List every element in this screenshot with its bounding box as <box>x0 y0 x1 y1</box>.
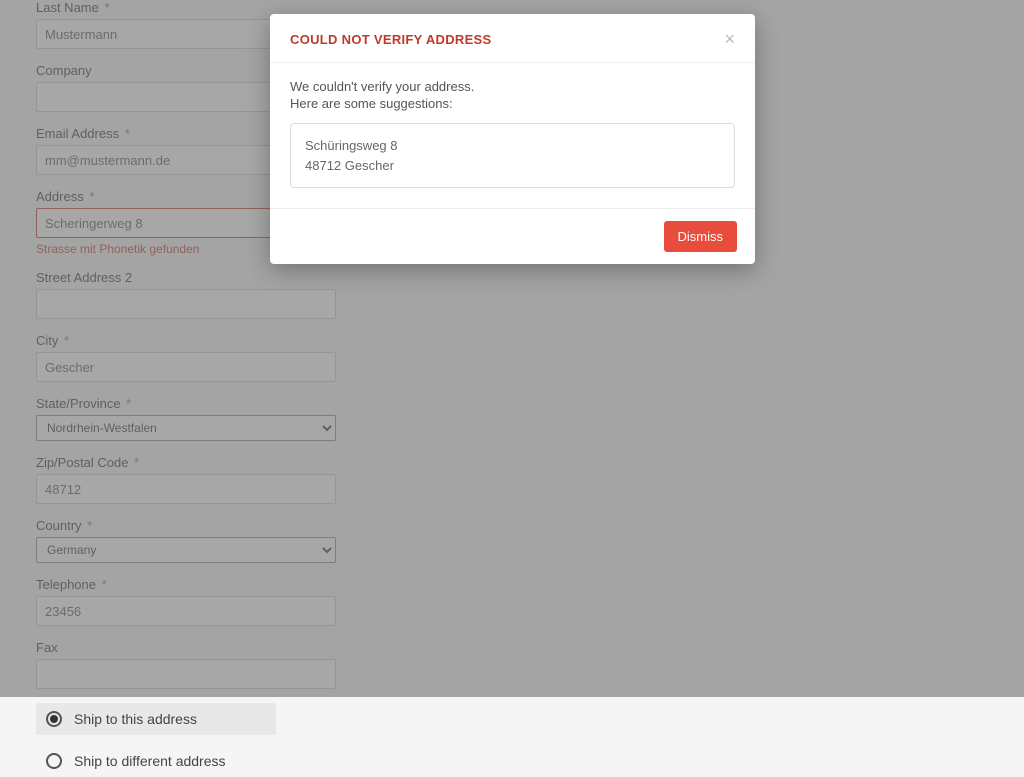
ship-to-different-label: Ship to different address <box>74 753 226 769</box>
ship-to-this-label: Ship to this address <box>74 711 197 727</box>
verify-address-modal: COULD NOT VERIFY ADDRESS × We couldn't v… <box>270 14 755 264</box>
modal-header: COULD NOT VERIFY ADDRESS × <box>270 14 755 63</box>
modal-message-1: We couldn't verify your address. <box>290 79 735 94</box>
suggestion-line-2: 48712 Gescher <box>305 156 720 176</box>
ship-to-different-radio[interactable]: Ship to different address <box>36 745 276 777</box>
modal-body: We couldn't verify your address. Here ar… <box>270 63 755 208</box>
radio-unchecked-icon <box>46 753 62 769</box>
ship-to-this-radio[interactable]: Ship to this address <box>36 703 276 735</box>
modal-footer: Dismiss <box>270 208 755 264</box>
close-icon[interactable]: × <box>724 30 735 48</box>
modal-title: COULD NOT VERIFY ADDRESS <box>290 32 492 47</box>
suggestion-line-1: Schüringsweg 8 <box>305 136 720 156</box>
dismiss-button[interactable]: Dismiss <box>664 221 738 252</box>
modal-message-2: Here are some suggestions: <box>290 96 735 111</box>
radio-checked-icon <box>46 711 62 727</box>
address-suggestion[interactable]: Schüringsweg 8 48712 Gescher <box>290 123 735 188</box>
